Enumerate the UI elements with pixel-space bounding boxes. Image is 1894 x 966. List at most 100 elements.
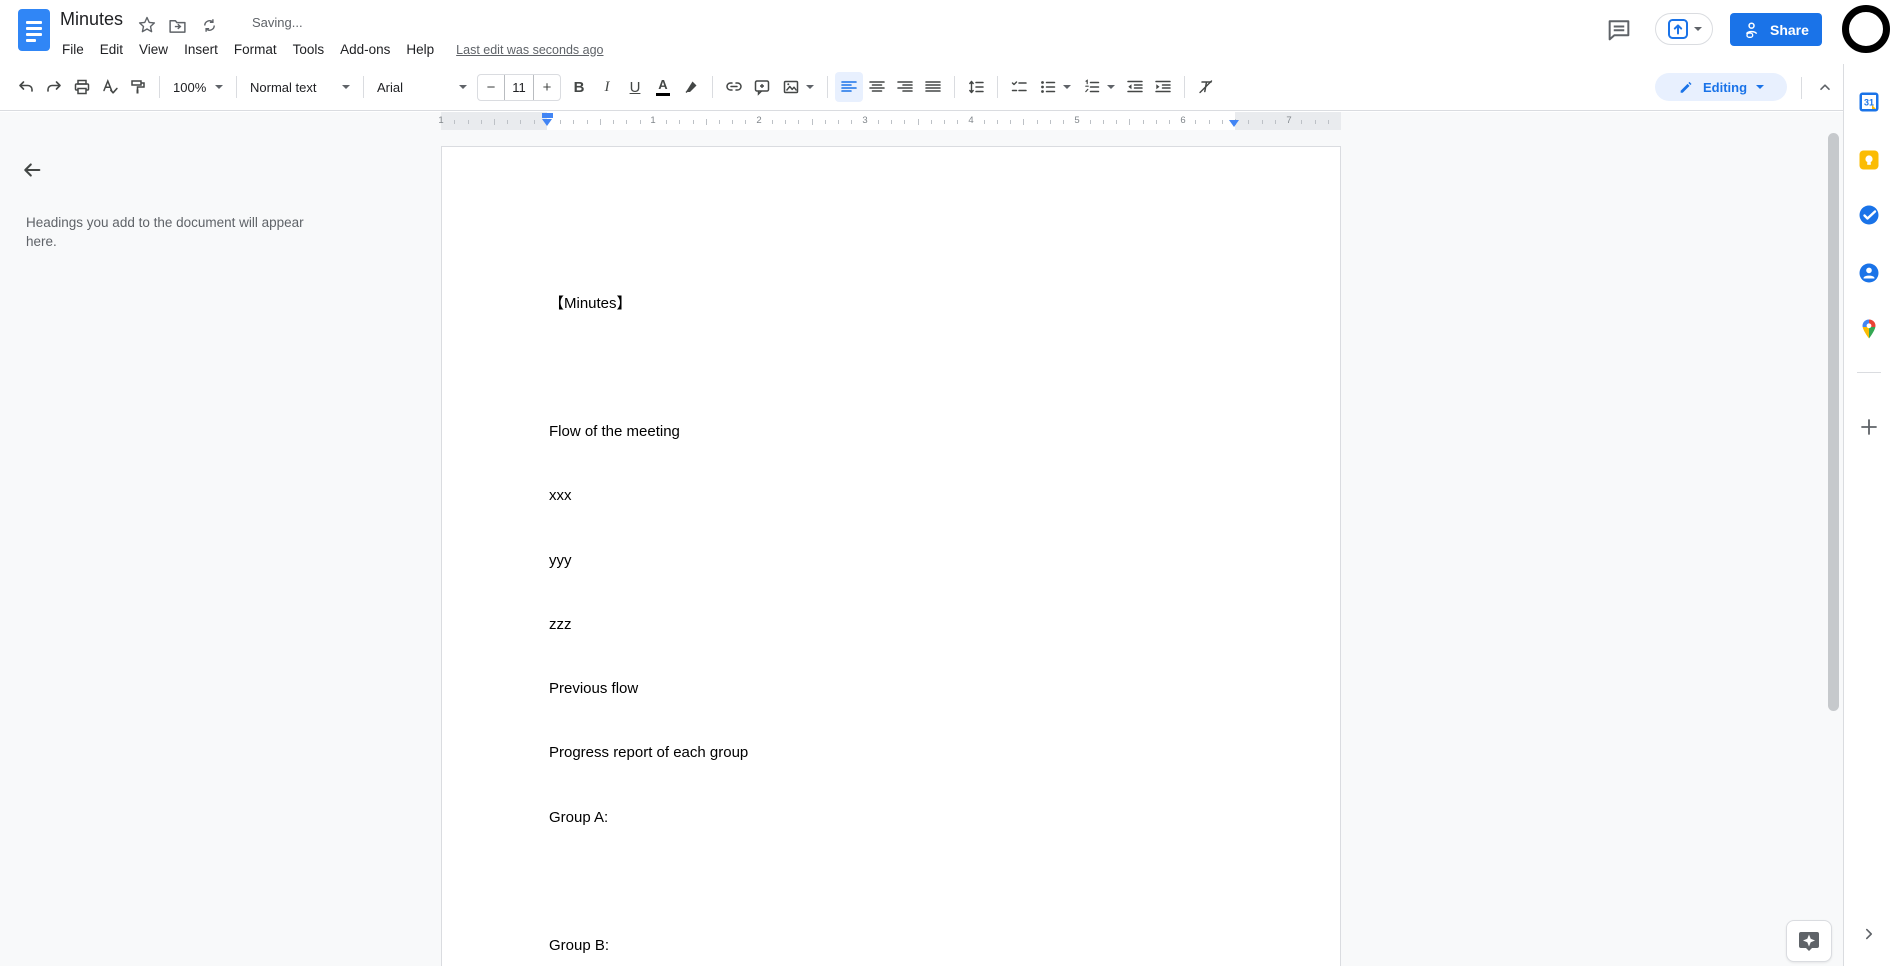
chevron-down-icon (1063, 85, 1071, 89)
menu-file[interactable]: File (54, 38, 92, 61)
keep-icon[interactable] (1858, 149, 1880, 171)
line-spacing-button[interactable] (962, 72, 990, 102)
increase-indent-button[interactable] (1149, 72, 1177, 102)
sidebar-divider (1857, 372, 1881, 373)
contacts-icon[interactable] (1858, 262, 1880, 284)
comment-history-icon[interactable] (1605, 16, 1633, 44)
print-button[interactable] (68, 72, 96, 102)
paragraph-styles-select[interactable]: Normal text (244, 72, 356, 102)
share-button[interactable]: Share (1730, 13, 1822, 46)
decrease-font-size-button[interactable]: − (478, 75, 504, 100)
redo-button[interactable] (40, 72, 68, 102)
editing-mode-button[interactable]: Editing (1655, 73, 1787, 101)
separator (827, 76, 828, 98)
doc-line: xxx (549, 487, 572, 505)
ruler-number: 1 (650, 115, 656, 126)
ruler-number: 4 (968, 115, 974, 126)
move-folder-icon[interactable] (166, 14, 188, 36)
menu-bar: File Edit View Insert Format Tools Add-o… (54, 38, 604, 61)
document-page[interactable]: 【Minutes】 Flow of the meeting xxx yyy zz… (441, 146, 1341, 966)
chevron-down-icon (1756, 85, 1765, 89)
explore-icon (1799, 932, 1819, 951)
align-left-button[interactable] (835, 72, 863, 102)
increase-font-size-button[interactable]: + (534, 75, 560, 100)
font-size-widget: − 11 + (477, 73, 561, 101)
separator (712, 76, 713, 98)
separator (159, 76, 160, 98)
bold-button[interactable]: B (565, 72, 593, 102)
doc-line: yyy (549, 551, 572, 569)
clear-formatting-button[interactable] (1192, 72, 1220, 102)
last-edit-link[interactable]: Last edit was seconds ago (456, 43, 603, 57)
add-comment-button[interactable] (748, 72, 776, 102)
upload-dropdown-button[interactable] (1655, 13, 1713, 45)
ruler-number: 7 (1286, 115, 1292, 126)
doc-line: 【Minutes】 (549, 294, 632, 312)
left-indent-marker[interactable] (541, 113, 553, 126)
chevron-down-icon (806, 85, 814, 89)
font-family-select[interactable]: Arial (371, 72, 473, 102)
ruler-number: 5 (1074, 115, 1080, 126)
ruler-number: 1 (438, 115, 444, 126)
align-justify-button[interactable] (919, 72, 947, 102)
chevron-down-icon (342, 85, 350, 89)
text-color-icon: A (656, 78, 670, 96)
underline-button[interactable]: U (621, 72, 649, 102)
spellcheck-button[interactable] (96, 72, 124, 102)
insert-link-button[interactable] (720, 72, 748, 102)
menu-edit[interactable]: Edit (92, 38, 131, 61)
zoom-select[interactable]: 100% (167, 72, 229, 102)
account-avatar[interactable] (1842, 5, 1890, 53)
side-panel: 31 (1843, 64, 1894, 966)
document-area: 1 1 2 3 4 5 6 7 Headings you add to the … (0, 112, 1843, 966)
numbered-list-button[interactable] (1077, 72, 1121, 102)
text-color-button[interactable]: A (649, 72, 677, 102)
ruler-number: 3 (862, 115, 868, 126)
close-outline-button[interactable] (18, 156, 46, 184)
google-docs-logo-icon[interactable] (18, 9, 50, 51)
hide-side-panel-button[interactable] (1857, 922, 1881, 946)
tasks-icon[interactable] (1858, 204, 1880, 226)
sync-saving-icon (198, 14, 220, 36)
zoom-value: 100% (173, 79, 207, 95)
font-size-value[interactable]: 11 (504, 74, 534, 100)
undo-button[interactable] (12, 72, 40, 102)
bulleted-list-button[interactable] (1033, 72, 1077, 102)
calendar-icon[interactable]: 31 (1858, 91, 1880, 113)
pencil-icon (1680, 81, 1692, 93)
explore-button[interactable] (1786, 920, 1832, 962)
menu-view[interactable]: View (131, 38, 176, 61)
align-right-button[interactable] (891, 72, 919, 102)
menu-tools[interactable]: Tools (285, 38, 333, 61)
doc-line (549, 357, 748, 378)
insert-image-button[interactable] (776, 72, 820, 102)
separator (954, 76, 955, 98)
paint-format-button[interactable] (124, 72, 152, 102)
highlight-color-button[interactable] (677, 72, 705, 102)
get-addons-plus-icon[interactable] (1858, 416, 1880, 438)
separator (1801, 77, 1802, 99)
styles-value: Normal text (250, 79, 317, 95)
document-title[interactable]: Minutes (60, 9, 123, 30)
vertical-scrollbar[interactable] (1828, 133, 1839, 711)
share-lock-person-icon (1746, 22, 1758, 38)
menu-help[interactable]: Help (398, 38, 442, 61)
doc-line: zzz (549, 615, 572, 633)
doc-line (549, 871, 748, 892)
menu-insert[interactable]: Insert (176, 38, 226, 61)
align-center-button[interactable] (863, 72, 891, 102)
checklist-button[interactable] (1005, 72, 1033, 102)
maps-icon[interactable] (1858, 318, 1880, 340)
menu-addons[interactable]: Add-ons (332, 38, 398, 61)
header-bar: Minutes Saving... File Edit View Insert … (0, 0, 1894, 64)
separator (1184, 76, 1185, 98)
decrease-indent-button[interactable] (1121, 72, 1149, 102)
hide-menus-button[interactable] (1811, 73, 1839, 101)
doc-line: Previous flow (549, 680, 639, 698)
italic-button[interactable]: I (593, 72, 621, 102)
right-indent-marker[interactable] (1228, 119, 1239, 127)
menu-format[interactable]: Format (226, 38, 285, 61)
ruler-number: 2 (756, 115, 762, 126)
star-icon[interactable] (136, 14, 158, 36)
doc-line: Group B: (549, 936, 610, 954)
